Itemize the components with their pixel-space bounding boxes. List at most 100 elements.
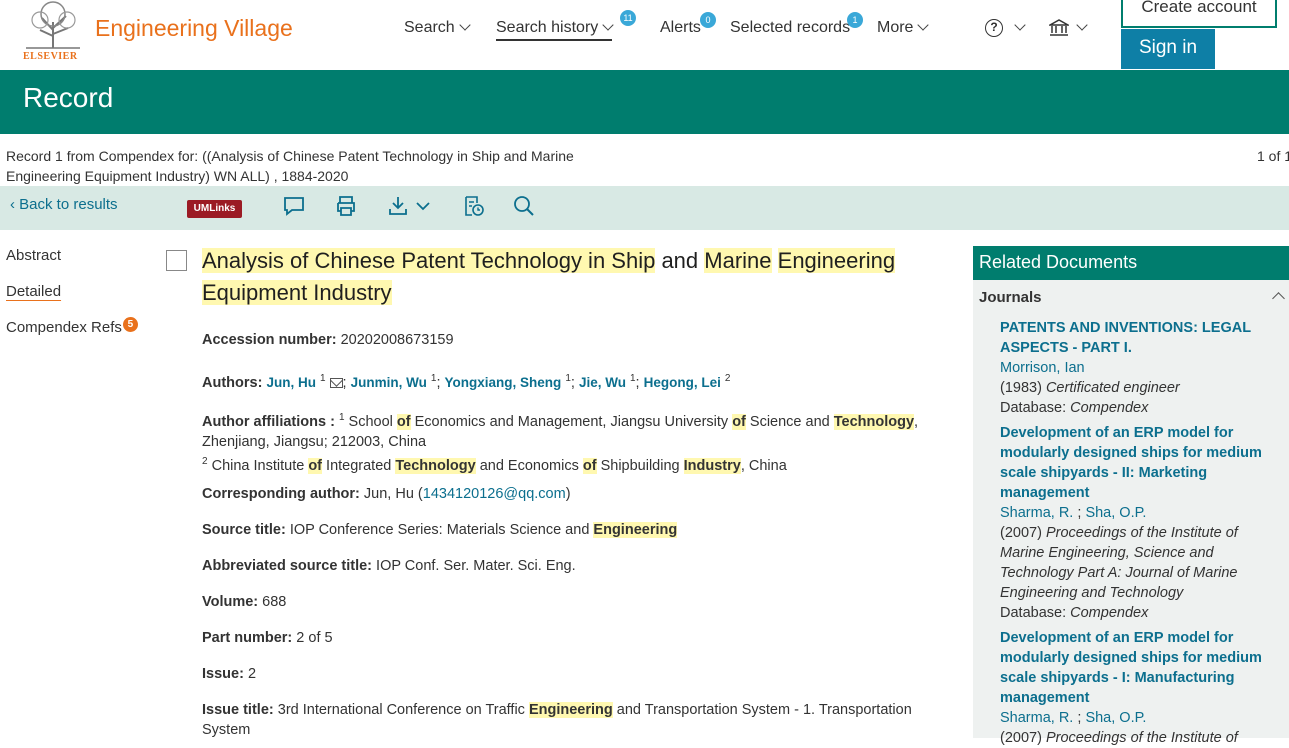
related-doc-title[interactable]: Development of an ERP model for modularl… bbox=[1000, 423, 1270, 503]
related-doc-year: (1983) bbox=[1000, 380, 1042, 396]
abbreviated-source-title: Abbreviated source title: IOP Conf. Ser.… bbox=[202, 556, 942, 576]
affil-text: of bbox=[582, 457, 597, 474]
related-documents-heading: Related Documents bbox=[973, 246, 1289, 280]
source-label: Source title: bbox=[202, 522, 286, 538]
corr-name: Jun, Hu ( bbox=[363, 486, 423, 502]
source-value: Engineering bbox=[593, 522, 678, 538]
volume-value: 688 bbox=[262, 594, 287, 610]
affil-text: of bbox=[732, 413, 746, 430]
accession-number: Accession number: 20202008673159 bbox=[202, 330, 942, 350]
related-doc: PATENTS AND INVENTIONS: LEGAL ASPECTS - … bbox=[1000, 318, 1270, 418]
sign-in-button[interactable]: Sign in bbox=[1121, 29, 1215, 69]
author-link[interactable]: Jie, Wu bbox=[579, 375, 626, 390]
author-link[interactable]: Junmin, Wu bbox=[351, 375, 427, 390]
search-icon[interactable] bbox=[512, 194, 536, 218]
author-sup: 1 bbox=[565, 373, 571, 384]
institution-icon[interactable] bbox=[1049, 18, 1069, 38]
volume: Volume: 688 bbox=[202, 592, 942, 612]
related-journals-heading[interactable]: Journals bbox=[979, 289, 1042, 306]
related-doc: Development of an ERP model for modularl… bbox=[1000, 423, 1270, 623]
abbr-label: Abbreviated source title: bbox=[202, 558, 373, 574]
related-doc-db: Compendex bbox=[1070, 400, 1149, 416]
author-link[interactable]: Jun, Hu bbox=[266, 375, 316, 390]
create-account-button[interactable]: Create account bbox=[1121, 0, 1277, 28]
nav-more[interactable]: More bbox=[877, 19, 930, 37]
nav-selected-records[interactable]: Selected records bbox=[730, 19, 850, 37]
chevron-down-icon bbox=[917, 19, 930, 31]
authors-label: Authors: bbox=[202, 374, 263, 391]
volume-label: Volume: bbox=[202, 594, 259, 610]
sidebar-item-abstract[interactable]: Abstract bbox=[6, 247, 61, 264]
back-to-results-link[interactable]: ‹ Back to results bbox=[10, 196, 118, 213]
related-doc-source: Certificated engineer bbox=[1045, 380, 1180, 396]
affil-text: of bbox=[396, 413, 411, 430]
related-doc: Development of an ERP model for modularl… bbox=[1000, 628, 1270, 748]
record-pager: 1 of 1 bbox=[1257, 148, 1289, 164]
affil-sup: 2 bbox=[202, 455, 208, 467]
authors: Authors: Jun, Hu 1; Junmin, Wu 1; Yongxi… bbox=[202, 373, 731, 391]
related-doc-author[interactable]: Sha, O.P. bbox=[1085, 710, 1146, 726]
abbr-value: IOP Conf. Ser. Mater. Sci. Eng. bbox=[376, 558, 576, 574]
email-icon[interactable] bbox=[329, 377, 343, 388]
affil-text: Economics and Management, Jiangsu Univer… bbox=[410, 413, 733, 430]
issue-title-value: 3rd International Conference on Traffic bbox=[277, 702, 529, 718]
author-link[interactable]: Hegong, Lei bbox=[644, 375, 721, 390]
corresponding-author: Corresponding author: Jun, Hu (143412012… bbox=[202, 484, 942, 504]
help-menu-toggle[interactable] bbox=[1010, 19, 1026, 37]
affil-text: Integrated bbox=[322, 457, 396, 474]
issue-value: 2 bbox=[247, 666, 257, 682]
page-title: Record bbox=[23, 82, 114, 113]
corr-email-link[interactable]: 1434120126@qq.com bbox=[423, 486, 566, 502]
sidebar-item-compendex-refs[interactable]: Compendex Refs 5 bbox=[6, 317, 138, 336]
affil-text: China Institute bbox=[211, 457, 309, 474]
related-doc-title[interactable]: PATENTS AND INVENTIONS: LEGAL ASPECTS - … bbox=[1000, 318, 1270, 358]
institution-menu-toggle[interactable] bbox=[1072, 19, 1088, 37]
affil-text: Science and bbox=[745, 413, 834, 430]
affil-label: Author affiliations : bbox=[202, 413, 335, 430]
issue-title-value: Engineering bbox=[528, 702, 613, 718]
affil-sup: 1 bbox=[338, 412, 345, 423]
chevron-down-icon bbox=[1014, 19, 1026, 31]
download-icon[interactable] bbox=[388, 194, 432, 218]
related-doc-author[interactable]: Sha, O.P. bbox=[1085, 505, 1146, 521]
article-title: Analysis of Chinese Patent Technology in… bbox=[202, 245, 942, 309]
title-part: Analysis of Chinese Patent Technology in… bbox=[202, 248, 656, 273]
related-doc-author[interactable]: Sharma, R. bbox=[1000, 710, 1073, 726]
top-header: ELSEVIER Engineering Village Search Sear… bbox=[0, 0, 1289, 70]
print-icon[interactable] bbox=[334, 194, 358, 218]
back-to-results-label: Back to results bbox=[19, 196, 118, 213]
affil-text: Technology bbox=[833, 413, 915, 430]
brand-name[interactable]: Engineering Village bbox=[95, 15, 293, 42]
nav-search-history-label: Search history bbox=[496, 19, 599, 36]
related-doc-author[interactable]: Morrison, Ian bbox=[1000, 360, 1085, 376]
affil-text: and Economics bbox=[475, 457, 583, 474]
title-part: and bbox=[655, 248, 705, 273]
nav-search-history[interactable]: Search history bbox=[496, 19, 614, 41]
history-icon[interactable] bbox=[462, 194, 486, 218]
related-doc-db: Compendex bbox=[1070, 605, 1149, 621]
elsevier-tree-logo-icon[interactable] bbox=[22, 0, 84, 50]
issue-title-label: Issue title: bbox=[202, 702, 274, 718]
affil-text: of bbox=[308, 457, 323, 474]
chevron-down-icon bbox=[459, 19, 471, 31]
nav-alerts[interactable]: Alerts bbox=[660, 19, 701, 37]
nav-more-label: More bbox=[877, 19, 914, 36]
title-part bbox=[772, 248, 778, 273]
help-icon[interactable]: ? bbox=[985, 19, 1003, 37]
record-banner: Record bbox=[0, 70, 1289, 134]
select-record-checkbox[interactable] bbox=[166, 250, 187, 271]
sidebar-item-detailed[interactable]: Detailed bbox=[6, 283, 61, 300]
title-part: Marine bbox=[704, 248, 772, 273]
accession-label: Accession number: bbox=[202, 332, 337, 348]
umlinks-button[interactable]: UMLinks bbox=[187, 200, 242, 218]
related-doc-source: Proceedings of the Institute of bbox=[1045, 730, 1238, 746]
affil-text: School bbox=[348, 413, 397, 430]
comment-icon[interactable] bbox=[282, 194, 306, 218]
corr-close: ) bbox=[565, 486, 571, 502]
author-link[interactable]: Yongxiang, Sheng bbox=[445, 375, 562, 390]
nav-search[interactable]: Search bbox=[404, 19, 471, 37]
related-doc-author[interactable]: Sharma, R. bbox=[1000, 505, 1073, 521]
issue-label: Issue: bbox=[202, 666, 244, 682]
source-title: Source title: IOP Conference Series: Mat… bbox=[202, 520, 942, 540]
related-doc-title[interactable]: Development of an ERP model for modularl… bbox=[1000, 628, 1270, 708]
